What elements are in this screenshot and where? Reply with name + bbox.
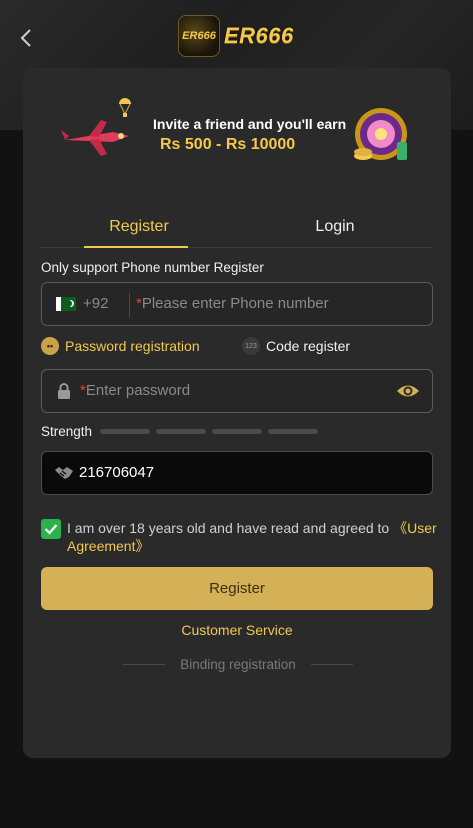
auth-tabs: Register Login [41,206,433,248]
tab-login[interactable]: Login [237,206,433,248]
register-card: Invite a friend and you'll earn Rs 500 -… [23,68,451,758]
phone-input[interactable]: *Please enter Phone number [136,295,329,312]
agreement-text: I am over 18 years old and have read and… [67,519,437,555]
active-tab-indicator [84,246,188,248]
password-field[interactable]: *Enter password [41,369,433,413]
option-password-registration[interactable]: •• Password registration [41,336,200,356]
chevron-left-icon [20,29,31,47]
top-bar: ER666 ER666 [0,0,473,72]
phone-field[interactable]: +92 *Please enter Phone number [41,282,433,326]
invite-banner[interactable]: Invite a friend and you'll earn Rs 500 -… [59,96,415,176]
register-button[interactable]: Register [41,567,433,610]
strength-label: Strength [41,424,93,439]
strength-bar-4 [268,429,318,434]
strength-bar-2 [156,429,206,434]
banner-amount: Rs 500 - Rs 10000 [160,136,296,153]
customer-service-link[interactable]: Customer Service [23,622,451,638]
option-code-label: Code register [266,338,351,354]
brand-logo: ER666 ER666 [178,14,294,58]
logo-badge: ER666 [178,15,220,57]
binding-registration-row: Binding registration [123,655,353,673]
password-dots-icon: •• [41,337,59,355]
logo-text: ER666 [224,23,294,48]
prize-wheel-icon [354,108,407,160]
pakistan-flag-icon [56,297,76,311]
password-placeholder: Enter password [85,382,191,399]
code-number-icon: 123 [242,337,260,355]
banner-headline: Invite a friend and you'll earn [153,116,347,132]
option-password-label: Password registration [65,338,200,354]
agreement-checkbox[interactable] [41,519,61,539]
divider-line-right [310,663,353,665]
checkmark-icon [44,524,58,535]
binding-registration-link[interactable]: Binding registration [180,657,296,672]
agreement-statement: I am over 18 years old and have read and… [67,520,394,536]
phone-placeholder: Please enter Phone number [141,295,329,312]
option-code-register[interactable]: 123 Code register [242,336,350,356]
invite-code-value[interactable]: 216706047 [79,464,154,481]
invite-code-field[interactable]: 216706047 [41,451,433,495]
field-divider [129,293,130,317]
eye-icon[interactable] [396,382,420,400]
support-notice: Only support Phone number Register [41,260,264,275]
country-code[interactable]: +92 [83,295,108,312]
back-button[interactable] [12,24,40,52]
handshake-icon [55,467,73,479]
tab-register[interactable]: Register [41,206,237,248]
strength-bar-1 [100,429,150,434]
strength-bar-3 [212,429,262,434]
lock-icon [58,383,70,399]
divider-line-left [123,663,165,665]
parachute-icon [119,98,131,117]
password-input[interactable]: *Enter password [80,382,190,399]
